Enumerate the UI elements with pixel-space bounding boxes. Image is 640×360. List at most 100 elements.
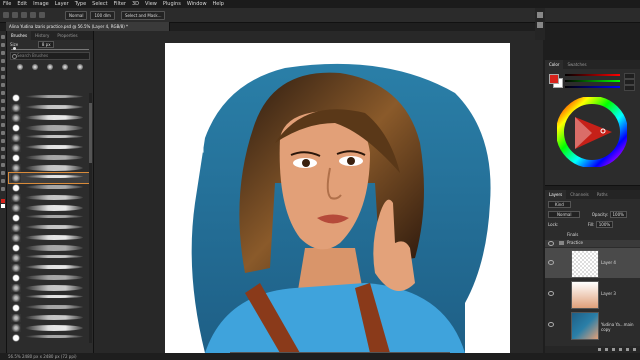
recent-brush-preset[interactable] [17, 64, 24, 70]
opacity-field[interactable]: 100 dlm [90, 10, 115, 20]
brush-list-scrollbar[interactable] [89, 93, 92, 343]
history-brush-icon[interactable] [1, 107, 5, 111]
layer-filter-kind[interactable]: Kind [548, 201, 571, 208]
tab-channels[interactable]: Channels [566, 190, 593, 199]
tab-brushes[interactable]: Brushes [7, 31, 32, 40]
brush-preset[interactable] [9, 123, 89, 133]
brush-preset[interactable] [9, 103, 89, 113]
visibility-eye-icon[interactable] [548, 322, 554, 327]
layer-group-practice[interactable]: Practice [567, 240, 583, 245]
hand-tool-icon[interactable] [1, 179, 5, 183]
fx-icon[interactable] [605, 348, 608, 351]
background-color-swatch[interactable] [1, 204, 5, 208]
visibility-eye-icon[interactable] [548, 241, 554, 246]
tab-history[interactable]: History [31, 31, 53, 40]
home-icon[interactable] [3, 12, 9, 18]
brush-preset[interactable] [9, 283, 89, 293]
marquee-tool-icon[interactable] [1, 43, 5, 47]
menu-filter[interactable]: Filter [111, 0, 129, 8]
recent-brush-preset[interactable] [76, 64, 83, 70]
tab-paths[interactable]: Paths [593, 190, 612, 199]
size-slider[interactable] [11, 47, 89, 50]
menu-select[interactable]: Select [89, 0, 110, 8]
brush-preset[interactable] [9, 163, 89, 173]
brush-preset[interactable] [9, 273, 89, 283]
brush-preset[interactable] [9, 93, 89, 103]
visibility-eye-icon[interactable] [548, 260, 554, 265]
fill-field[interactable]: 100% [595, 221, 614, 228]
type-tool-icon[interactable] [1, 155, 5, 159]
brush-preset[interactable] [9, 143, 89, 153]
blue-slider[interactable] [565, 86, 620, 88]
brush-preset[interactable] [9, 213, 89, 223]
zoom-tool-icon[interactable] [1, 187, 5, 191]
new-group-icon[interactable] [619, 348, 622, 351]
blend-mode-select[interactable]: Normal [548, 211, 581, 218]
menu-help[interactable]: Help [210, 0, 227, 8]
mode-select[interactable]: Normal [65, 10, 88, 20]
brush-preset[interactable] [9, 313, 89, 323]
brush-preset[interactable] [9, 323, 89, 333]
tab-layers[interactable]: Layers [545, 190, 567, 199]
brush-preset[interactable] [9, 243, 89, 253]
size-field[interactable]: 8 px [38, 40, 55, 48]
gradient-tool-icon[interactable] [1, 123, 5, 127]
layer-row-layer-4[interactable]: Layer 4 [545, 248, 640, 278]
brush-preset[interactable] [9, 133, 89, 143]
tab-properties[interactable]: Properties [53, 31, 81, 40]
move-tool-icon[interactable] [1, 35, 5, 39]
pen-tool-icon[interactable] [1, 147, 5, 151]
foreground-color-swatch[interactable] [1, 199, 5, 203]
stamp-tool-icon[interactable] [1, 99, 5, 103]
document-tab[interactable]: Alina Yudina Izaris practice.psd @ 56.5%… [6, 22, 170, 31]
menu-plugins[interactable]: Plugins [160, 0, 184, 8]
recent-brush-preset[interactable] [61, 64, 68, 70]
menu-3d[interactable]: 3D [129, 0, 142, 8]
red-slider[interactable] [565, 74, 620, 76]
green-slider[interactable] [565, 80, 620, 82]
recent-brush-preset[interactable] [46, 64, 53, 70]
menu-file[interactable]: File [0, 0, 14, 8]
quick-select-tool-icon[interactable] [1, 59, 5, 63]
eyedropper-tool-icon[interactable] [1, 75, 5, 79]
brush-preset[interactable] [9, 153, 89, 163]
lasso-tool-icon[interactable] [1, 51, 5, 55]
menu-image[interactable]: Image [30, 0, 52, 8]
scrollbar-thumb[interactable] [89, 103, 92, 163]
healing-tool-icon[interactable] [1, 83, 5, 87]
link-layers-icon[interactable] [598, 348, 601, 351]
new-selection-icon[interactable] [21, 12, 27, 18]
brush-search-input[interactable]: Search Brushes [10, 52, 90, 60]
brush-preset[interactable] [9, 333, 89, 343]
tool-preset-icon[interactable] [12, 12, 18, 18]
brush-preset[interactable] [9, 263, 89, 273]
brush-preset[interactable] [9, 193, 89, 203]
brush-preset[interactable] [9, 113, 89, 123]
brush-preset[interactable] [9, 233, 89, 243]
crop-tool-icon[interactable] [1, 67, 5, 71]
layer-row-main-copy[interactable]: Yudina Ya...main copy [545, 310, 640, 340]
trash-icon[interactable] [633, 348, 636, 351]
menu-layer[interactable]: Layer [52, 0, 72, 8]
visibility-eye-icon[interactable] [548, 291, 554, 296]
brush-preset[interactable] [9, 293, 89, 303]
brush-preset[interactable] [9, 253, 89, 263]
foreground-color-swatch[interactable] [549, 74, 559, 84]
brush-tool-icon[interactable] [1, 91, 5, 95]
subtract-selection-icon[interactable] [39, 12, 45, 18]
brush-preset[interactable] [9, 183, 89, 193]
character-panel-icon[interactable] [537, 22, 543, 28]
brush-preset[interactable] [9, 203, 89, 213]
layer-group-finals[interactable]: Finals [567, 232, 578, 237]
document-canvas[interactable] [165, 43, 510, 353]
layer-row-layer-3[interactable]: Layer 3 [545, 279, 640, 309]
blur-tool-icon[interactable] [1, 131, 5, 135]
tab-color[interactable]: Color [545, 60, 564, 69]
eraser-tool-icon[interactable] [1, 115, 5, 119]
shape-tool-icon[interactable] [1, 171, 5, 175]
tool-options-icon[interactable] [537, 12, 543, 18]
mask-icon[interactable] [612, 348, 615, 351]
path-select-tool-icon[interactable] [1, 163, 5, 167]
color-wheel[interactable] [557, 97, 627, 167]
menu-window[interactable]: Window [184, 0, 210, 8]
